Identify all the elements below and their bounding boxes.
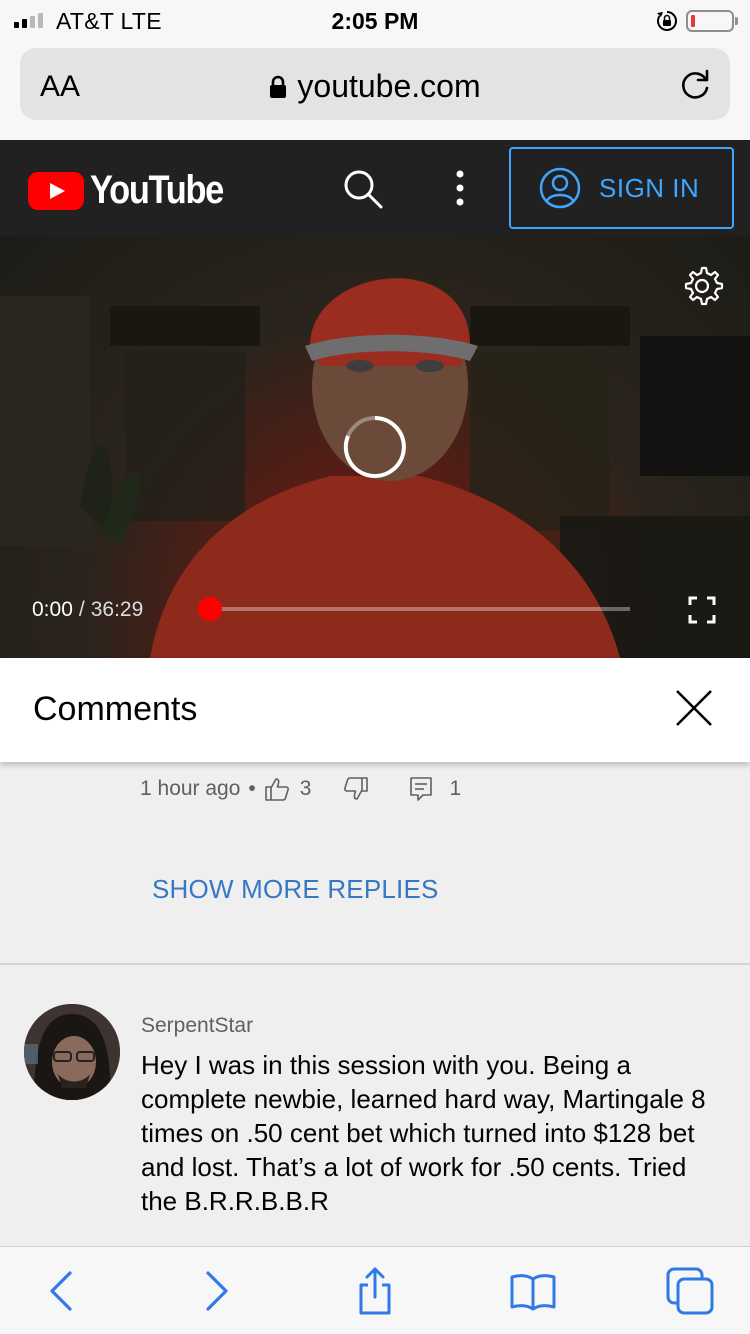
loading-spinner-icon xyxy=(343,416,406,478)
comments-list[interactable]: 1 hour ago • 3 1 SHOW MORE REPLIES Serpe… xyxy=(0,762,750,1246)
scrubber-handle[interactable] xyxy=(198,597,222,621)
account-icon xyxy=(539,167,581,209)
comment-author[interactable]: SerpentStar xyxy=(141,1014,253,1038)
forward-arrow-icon[interactable] xyxy=(192,1267,240,1315)
reply-count: 1 xyxy=(449,777,462,800)
url-bar[interactable]: AA youtube.com xyxy=(20,48,730,120)
youtube-logo-text: YouTube xyxy=(90,168,224,212)
thumbs-up-icon[interactable] xyxy=(264,776,290,802)
rotation-lock-icon xyxy=(657,11,677,31)
time-separator: / xyxy=(78,598,85,621)
divider xyxy=(0,963,750,965)
avatar-image xyxy=(24,1004,120,1100)
browser-toolbar xyxy=(0,1246,750,1334)
search-icon[interactable] xyxy=(340,166,386,212)
padlock-icon xyxy=(270,75,287,98)
fullscreen-icon[interactable] xyxy=(688,596,716,624)
back-arrow-icon[interactable] xyxy=(38,1267,86,1315)
gear-icon[interactable] xyxy=(680,264,724,308)
progress-bar[interactable] xyxy=(210,607,630,611)
reply-meta: 1 hour ago • 3 1 xyxy=(140,776,461,802)
close-icon[interactable] xyxy=(674,688,714,728)
status-time: 2:05 PM xyxy=(331,8,419,34)
status-bar: AT&T LTE 2:05 PM xyxy=(0,0,750,40)
comments-header: Comments xyxy=(0,658,750,762)
reload-icon[interactable] xyxy=(678,66,714,102)
sign-in-button[interactable]: SIGN IN xyxy=(509,147,734,229)
time-display: 0:00/36:29 xyxy=(32,598,143,622)
youtube-logo[interactable]: YouTube xyxy=(28,168,245,213)
reply-timestamp: 1 hour ago xyxy=(140,777,241,800)
youtube-header: YouTube SIGN IN xyxy=(0,140,750,236)
address-field[interactable]: youtube.com xyxy=(20,68,730,105)
url-text: youtube.com xyxy=(297,68,481,104)
reply-icon[interactable] xyxy=(409,776,433,802)
more-vert-icon[interactable] xyxy=(446,168,474,208)
comment-text: Hey I was in this session with you. Bein… xyxy=(141,1050,706,1216)
video-player[interactable]: 0:00/36:29 xyxy=(0,236,750,658)
meta-separator: • xyxy=(248,777,256,800)
avatar[interactable] xyxy=(24,1004,120,1100)
share-icon[interactable] xyxy=(351,1267,399,1315)
browser-header: AA youtube.com xyxy=(0,40,750,140)
current-time: 0:00 xyxy=(32,598,73,621)
bookmarks-icon[interactable] xyxy=(509,1267,557,1315)
comments-title: Comments xyxy=(33,690,198,728)
sign-in-label: SIGN IN xyxy=(599,172,700,203)
youtube-play-icon xyxy=(28,171,84,210)
show-more-replies-button[interactable]: SHOW MORE REPLIES xyxy=(152,874,439,905)
like-count: 3 xyxy=(299,777,312,800)
duration: 36:29 xyxy=(90,598,144,621)
thumbs-down-icon[interactable] xyxy=(343,776,369,802)
battery-icon xyxy=(686,10,738,32)
tabs-icon[interactable] xyxy=(666,1267,714,1315)
